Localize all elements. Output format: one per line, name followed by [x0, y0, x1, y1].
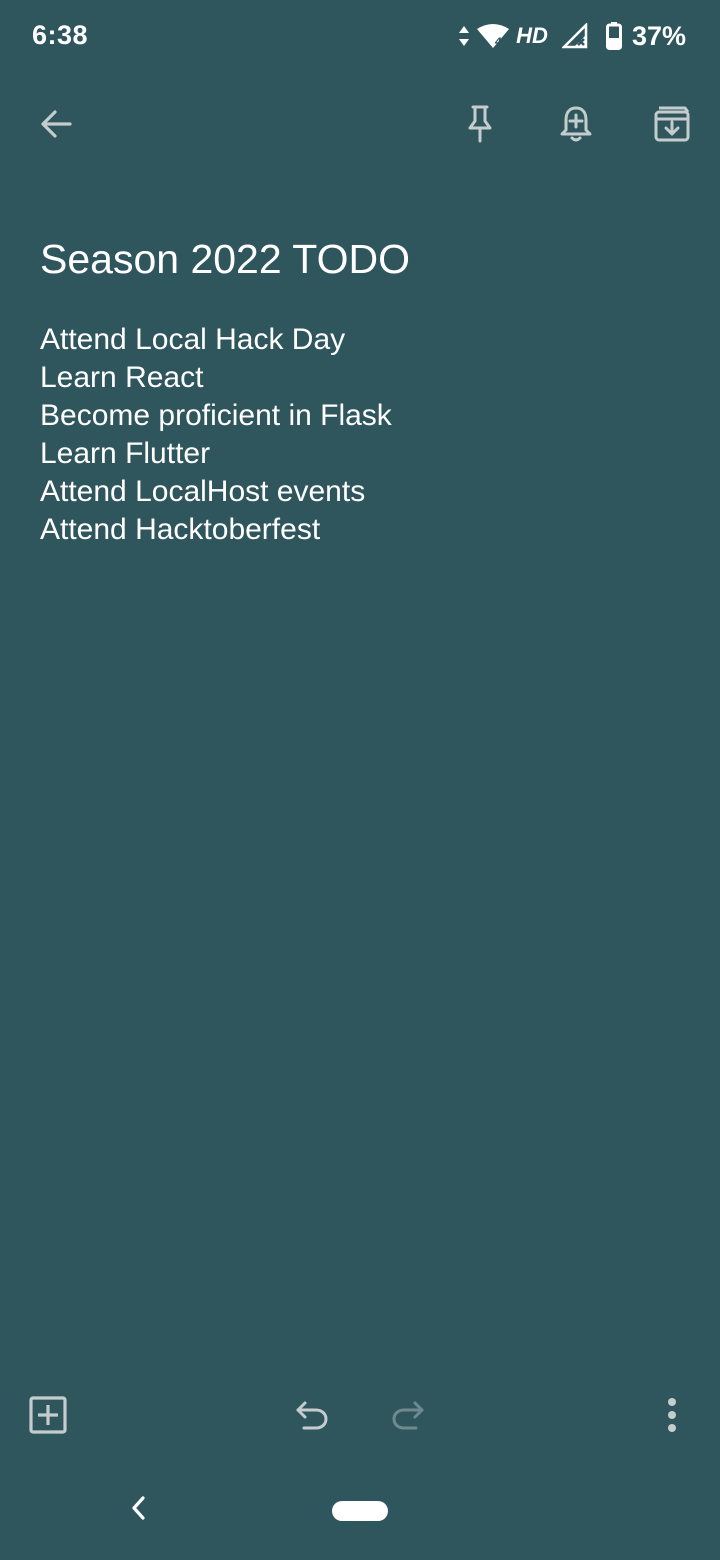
battery-icon	[605, 22, 622, 50]
pin-icon	[462, 104, 498, 149]
note-toolbar	[0, 90, 720, 162]
wifi-icon: 4	[476, 23, 510, 49]
note-line[interactable]: Attend LocalHost events	[40, 473, 680, 511]
note-line[interactable]: Attend Local Hack Day	[40, 321, 680, 359]
more-vert-icon	[666, 1397, 678, 1438]
system-nav-bar	[0, 1470, 720, 1560]
redo-icon	[390, 1399, 426, 1436]
signal-icon	[561, 23, 590, 49]
chevron-left-icon	[130, 1495, 146, 1526]
back-arrow-icon	[38, 106, 74, 147]
note-line[interactable]: Learn React	[40, 359, 680, 397]
note-editor-screen: 6:38 4 HD 37% Season 2022 TODO Attend Lo…	[0, 0, 720, 1560]
status-bar: 6:38 4 HD 37%	[0, 0, 720, 72]
note-line[interactable]: Learn Flutter	[40, 435, 680, 473]
bottom-toolbar	[0, 1385, 720, 1449]
note-line[interactable]: Attend Hacktoberfest	[40, 511, 680, 549]
undo-button[interactable]	[284, 1389, 340, 1445]
data-arrows-icon	[458, 24, 470, 48]
system-back-button[interactable]	[118, 1488, 158, 1532]
undo-icon	[294, 1399, 330, 1436]
battery-percent: 37%	[631, 20, 686, 51]
archive-icon	[653, 105, 691, 148]
status-icons: 4 HD 37%	[458, 18, 686, 54]
svg-text:4: 4	[494, 36, 501, 48]
add-content-button[interactable]	[20, 1389, 76, 1445]
reminder-bell-icon	[558, 104, 594, 149]
network-type-label: HD	[516, 23, 548, 48]
pin-button[interactable]	[452, 98, 508, 154]
reminder-button[interactable]	[548, 98, 604, 154]
more-options-button[interactable]	[644, 1389, 700, 1445]
note-line[interactable]: Become proficient in Flask	[40, 397, 680, 435]
note-title[interactable]: Season 2022 TODO	[40, 234, 680, 284]
redo-button[interactable]	[380, 1389, 436, 1445]
archive-button[interactable]	[644, 98, 700, 154]
note-body[interactable]: Attend Local Hack Day Learn React Become…	[40, 321, 680, 549]
add-box-icon	[29, 1395, 67, 1439]
home-pill-button[interactable]	[332, 1501, 388, 1521]
status-time: 6:38	[32, 20, 89, 50]
back-button[interactable]	[28, 98, 84, 154]
